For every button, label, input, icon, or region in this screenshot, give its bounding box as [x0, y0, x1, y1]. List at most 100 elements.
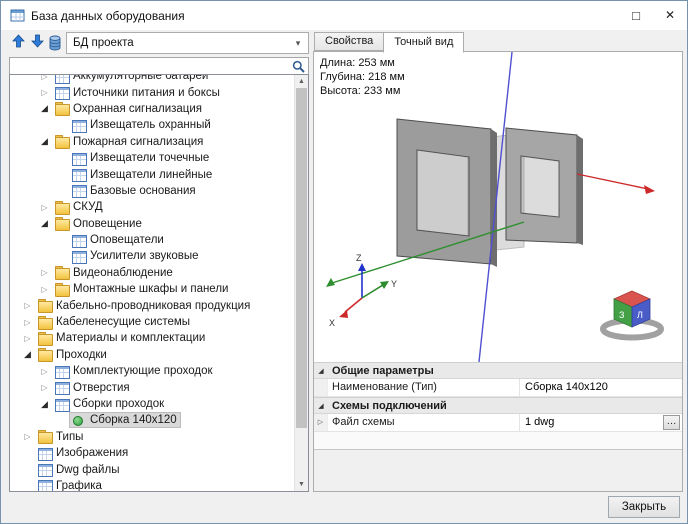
tree-item[interactable]: ◢Пожарная сигнализация: [10, 134, 294, 150]
tree-item-content[interactable]: Оповещение: [52, 216, 146, 232]
tree-item[interactable]: ▷Аккумуляторные батареи: [10, 74, 294, 84]
tree-item-content[interactable]: Извещатели линейные: [69, 167, 216, 183]
expanded-arrow-icon[interactable]: ◢: [37, 134, 52, 149]
tree-item[interactable]: ▷Кабельно-проводниковая продукция: [10, 297, 294, 313]
tree-item[interactable]: ▷Видеонаблюдение: [10, 265, 294, 281]
collapsed-arrow-icon[interactable]: ▷: [37, 364, 52, 379]
tree-item-content[interactable]: СКУД: [52, 199, 107, 215]
tree-item[interactable]: Сборка 140x120: [10, 412, 294, 428]
tree-item[interactable]: ◢Проходки: [10, 347, 294, 363]
tree-item-content[interactable]: Аккумуляторные батареи: [52, 74, 212, 84]
tree-item-content[interactable]: Усилители звуковые: [69, 248, 203, 264]
move-down-button[interactable]: [28, 33, 46, 53]
tree-item[interactable]: Усилители звуковые: [10, 248, 294, 264]
triad-x-label: X: [329, 318, 335, 328]
titlebar[interactable]: База данных оборудования □ ✕: [1, 1, 687, 30]
collapsed-arrow-icon[interactable]: ▷: [37, 200, 52, 215]
property-section-schemes[interactable]: ◢ Схемы подключений: [314, 397, 682, 414]
maximize-button[interactable]: □: [619, 1, 653, 30]
property-grid: ◢ Общие параметры Наименование (Тип) Сбо…: [314, 362, 682, 450]
tree-item-content[interactable]: Оповещатели: [69, 232, 168, 248]
property-value[interactable]: Сборка 140x120: [520, 379, 682, 396]
expanded-arrow-icon[interactable]: ◢: [37, 101, 52, 116]
tree-item-content[interactable]: Dwg файлы: [35, 462, 123, 478]
tree-item[interactable]: ▷Монтажные шкафы и панели: [10, 281, 294, 297]
property-section-general[interactable]: ◢ Общие параметры: [314, 362, 682, 379]
tree-item[interactable]: ▷Источники питания и боксы: [10, 84, 294, 100]
tree-item-content[interactable]: Отверстия: [52, 380, 134, 396]
tree-item-content[interactable]: Охранная сигнализация: [52, 101, 206, 117]
tree-item-content[interactable]: Проходки: [35, 347, 111, 363]
collapsed-arrow-icon[interactable]: ▷: [37, 74, 52, 84]
tab-exact-view[interactable]: Точный вид: [383, 32, 464, 53]
collapsed-arrow-icon[interactable]: ▷: [20, 298, 35, 313]
tree-item-content[interactable]: Изображения: [35, 445, 132, 461]
tree-item[interactable]: Изображения: [10, 445, 294, 461]
tab-properties[interactable]: Свойства: [314, 32, 384, 51]
scroll-down-icon[interactable]: ▼: [295, 478, 308, 491]
expanded-arrow-icon[interactable]: ◢: [37, 397, 52, 412]
expanded-arrow-icon[interactable]: ◢: [20, 347, 35, 362]
section-expander-icon[interactable]: ◢: [314, 398, 328, 413]
tree-item[interactable]: Извещатель охранный: [10, 117, 294, 133]
table-icon: [54, 74, 69, 83]
tree-item-content[interactable]: Типы: [35, 429, 87, 445]
tree-item-content[interactable]: Материалы и комплектации: [35, 330, 209, 346]
property-grid-empty-area: [314, 432, 682, 450]
tree-item[interactable]: Извещатели точечные: [10, 150, 294, 166]
collapsed-arrow-icon[interactable]: ▷: [37, 282, 52, 297]
tree-item[interactable]: ▷Кабеленесущие системы: [10, 314, 294, 330]
tree-item-label: Усилители звуковые: [90, 250, 199, 262]
tree-item-content[interactable]: Монтажные шкафы и панели: [52, 281, 232, 297]
collapsed-arrow-icon[interactable]: ▷: [20, 429, 35, 444]
search-box[interactable]: [9, 57, 309, 75]
expanded-arrow-icon[interactable]: ◢: [37, 216, 52, 231]
tree-item-content[interactable]: Источники питания и боксы: [52, 85, 224, 101]
tree-item-content[interactable]: Сборки проходок: [52, 396, 168, 412]
tree-item-content[interactable]: Видеонаблюдение: [52, 265, 177, 281]
tree-item-content[interactable]: Кабеленесущие системы: [35, 314, 194, 330]
tree-item[interactable]: Оповещатели: [10, 232, 294, 248]
tree-item[interactable]: ▷Типы: [10, 429, 294, 445]
close-button[interactable]: Закрыть: [608, 496, 680, 518]
tree-item[interactable]: Dwg файлы: [10, 461, 294, 477]
tree-selected-item[interactable]: Сборка 140x120: [69, 412, 181, 428]
browse-ellipsis-button[interactable]: …: [663, 415, 680, 430]
tree-item-content[interactable]: Графика: [35, 478, 106, 492]
tree-item[interactable]: ▷Материалы и комплектации: [10, 330, 294, 346]
move-up-button[interactable]: [9, 33, 27, 53]
tree-item[interactable]: Извещатели линейные: [10, 166, 294, 182]
collapsed-arrow-icon[interactable]: ▷: [20, 331, 35, 346]
tree-item[interactable]: ◢Охранная сигнализация: [10, 101, 294, 117]
row-expander-icon[interactable]: ▷: [314, 414, 328, 431]
3d-viewport[interactable]: Длина: 253 мм Глубина: 218 мм Высота: 23…: [314, 52, 682, 362]
tree-item-content[interactable]: Базовые основания: [69, 183, 200, 199]
tree-item[interactable]: ▷СКУД: [10, 199, 294, 215]
database-select[interactable]: БД проекта ▾: [66, 32, 309, 54]
tree-item[interactable]: Базовые основания: [10, 183, 294, 199]
collapsed-arrow-icon[interactable]: ▷: [20, 315, 35, 330]
collapsed-arrow-icon[interactable]: ▷: [37, 265, 52, 280]
tree-item[interactable]: Графика: [10, 478, 294, 492]
scrollbar-thumb[interactable]: [296, 88, 307, 428]
tree-item[interactable]: ◢Сборки проходок: [10, 396, 294, 412]
property-value[interactable]: 1 dwg …: [520, 414, 682, 431]
close-window-button[interactable]: ✕: [653, 1, 687, 30]
tree-item-content[interactable]: Кабельно-проводниковая продукция: [35, 298, 254, 314]
section-expander-icon[interactable]: ◢: [314, 363, 328, 378]
tree-item[interactable]: ▷Отверстия: [10, 379, 294, 395]
tree-item-content[interactable]: Пожарная сигнализация: [52, 134, 207, 150]
tree-item[interactable]: ◢Оповещение: [10, 216, 294, 232]
collapsed-arrow-icon[interactable]: ▷: [37, 380, 52, 395]
tree-item-content[interactable]: Комплектующие проходок: [52, 363, 217, 379]
tree-item-content[interactable]: Извещатели точечные: [69, 150, 213, 166]
tree-item[interactable]: ▷Комплектующие проходок: [10, 363, 294, 379]
search-icon[interactable]: [292, 60, 305, 73]
collapsed-arrow-icon[interactable]: ▷: [37, 85, 52, 100]
triad-z-label: Z: [356, 253, 362, 263]
tree-item-content[interactable]: Извещатель охранный: [69, 117, 215, 133]
search-input[interactable]: [12, 58, 288, 74]
tree-scrollbar[interactable]: ▲ ▼: [294, 75, 308, 491]
scroll-up-icon[interactable]: ▲: [295, 75, 308, 88]
3d-model-view[interactable]: Z Y X З Л: [314, 52, 682, 362]
